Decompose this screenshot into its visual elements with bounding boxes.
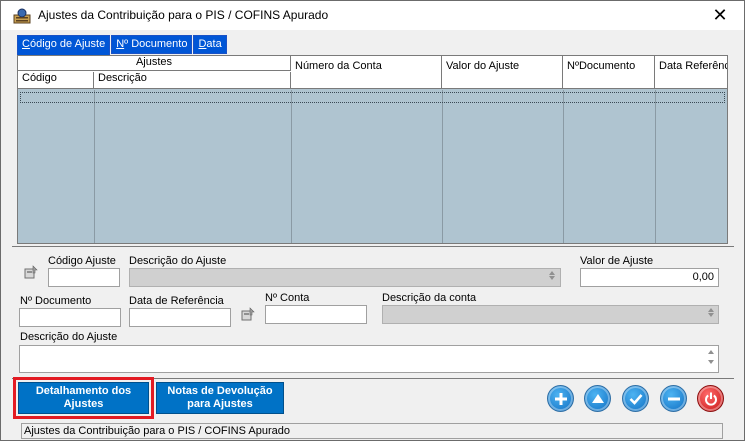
notas-devolucao-button[interactable]: Notas de Devolução para Ajustes xyxy=(156,382,284,414)
exit-button[interactable] xyxy=(697,385,724,412)
data-referencia-label: Data de Referência xyxy=(129,295,224,307)
grid-body[interactable] xyxy=(18,90,727,243)
lookup-icon[interactable] xyxy=(23,264,39,280)
n-conta-field[interactable] xyxy=(265,305,367,324)
confirm-button[interactable] xyxy=(622,385,649,412)
minus-icon xyxy=(667,397,680,400)
descricao-conta-scroll[interactable] xyxy=(706,307,716,322)
descricao-conta-field xyxy=(382,305,719,324)
descricao-ajuste2-label: Descrição do Ajuste xyxy=(20,331,118,343)
col-header-numero-conta[interactable]: Número da Conta xyxy=(291,56,442,89)
title-bar: Ajustes da Contribuição para o PIS / COF… xyxy=(1,1,744,30)
check-icon xyxy=(629,393,642,405)
close-icon[interactable]: ✕ xyxy=(710,5,730,25)
col-header-n-documento[interactable]: NºDocumento xyxy=(563,56,655,89)
grid-col-divider xyxy=(291,90,292,243)
notas-line1: Notas de Devolução xyxy=(167,385,273,397)
col-header-valor-ajuste[interactable]: Valor do Ajuste xyxy=(442,56,563,89)
data-referencia-field[interactable] xyxy=(129,308,231,327)
col-header-data-referencia[interactable]: Data Referênc xyxy=(655,56,727,89)
descricao-ajuste-label: Descrição do Ajuste xyxy=(129,255,227,267)
grid-col-divider xyxy=(563,90,564,243)
n-documento-field[interactable] xyxy=(19,308,121,327)
highlight-box xyxy=(13,377,154,419)
descricao-ajuste2-field[interactable] xyxy=(19,345,719,373)
power-icon xyxy=(704,392,717,406)
add-button[interactable] xyxy=(547,385,574,412)
main-window: Ajustes da Contribuição para o PIS / COF… xyxy=(0,0,745,441)
tab-codigo-ajuste[interactable]: Código de Ajuste xyxy=(17,35,111,55)
codigo-ajuste-field[interactable] xyxy=(48,268,120,287)
lookup-icon[interactable] xyxy=(240,306,256,322)
move-up-button[interactable] xyxy=(584,385,611,412)
descricao-conta-label: Descrição da conta xyxy=(382,292,477,304)
remove-button[interactable] xyxy=(660,385,687,412)
plus-icon xyxy=(554,392,567,405)
grid-group-header: Ajustes xyxy=(18,56,291,71)
notas-line2: para Ajustes xyxy=(187,398,253,410)
grid-selected-row[interactable] xyxy=(20,92,725,103)
col-header-codigo[interactable]: Código xyxy=(18,72,94,89)
col-header-descricao[interactable]: Descrição xyxy=(94,72,291,89)
descricao-ajuste2-scroll[interactable] xyxy=(706,349,716,369)
divider xyxy=(12,246,734,247)
grid-header: Ajustes Código Descrição Número da Conta… xyxy=(18,56,727,89)
valor-ajuste-field[interactable]: 0,00 xyxy=(580,268,719,287)
descricao-ajuste-field xyxy=(129,268,561,287)
ajustes-grid[interactable]: Ajustes Código Descrição Número da Conta… xyxy=(17,55,728,244)
app-icon xyxy=(13,8,31,24)
n-conta-label: Nº Conta xyxy=(265,292,310,304)
tab-n-documento[interactable]: Nº Documento xyxy=(111,35,193,54)
n-documento-label: Nº Documento xyxy=(20,295,92,307)
descricao-ajuste-scroll[interactable] xyxy=(547,270,557,285)
tab-data[interactable]: Data xyxy=(193,35,227,54)
status-bar: Ajustes da Contribuição para o PIS / COF… xyxy=(21,423,723,439)
window-title: Ajustes da Contribuição para o PIS / COF… xyxy=(38,8,329,22)
codigo-ajuste-label: Código Ajuste xyxy=(48,255,116,267)
grid-col-divider xyxy=(655,90,656,243)
grid-col-divider xyxy=(94,90,95,243)
valor-ajuste-label: Valor de Ajuste xyxy=(580,255,654,267)
up-arrow-icon xyxy=(591,393,604,403)
grid-col-divider xyxy=(442,90,443,243)
tab-strip: Código de Ajuste Nº Documento Data xyxy=(17,35,228,55)
